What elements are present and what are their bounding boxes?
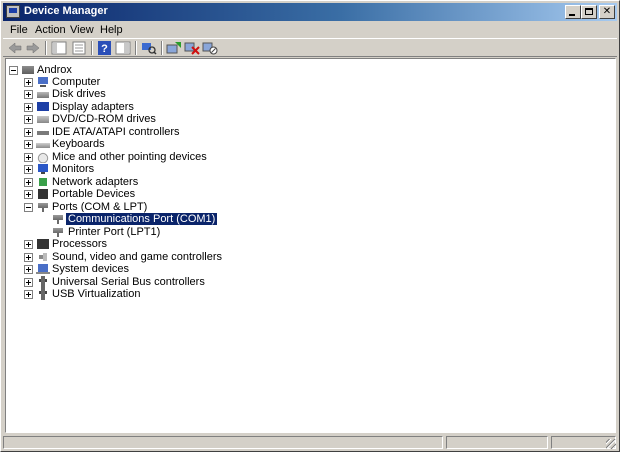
expand-toggle[interactable] xyxy=(24,190,33,199)
tree-item-label: Disk drives xyxy=(52,88,106,100)
expand-toggle[interactable] xyxy=(24,178,33,187)
help-icon[interactable]: ? xyxy=(97,41,113,55)
expand-toggle[interactable] xyxy=(24,90,33,99)
expand-toggle[interactable] xyxy=(24,290,33,299)
properties-icon[interactable] xyxy=(71,41,87,55)
expand-toggle[interactable] xyxy=(24,165,33,174)
tree-item-ide-controllers[interactable]: IDE ATA/ATAPI controllers xyxy=(6,125,306,138)
tree-item-label: System devices xyxy=(52,263,130,275)
scan-hardware-icon[interactable] xyxy=(141,41,157,55)
toolbar-separator xyxy=(45,41,47,55)
expand-toggle[interactable] xyxy=(24,265,33,274)
action-pane-icon[interactable] xyxy=(115,41,131,55)
minimize-button[interactable] xyxy=(565,5,581,19)
tree-item-label: Keyboards xyxy=(52,138,105,150)
system-device-icon xyxy=(36,263,50,275)
usb-icon xyxy=(36,288,50,300)
portable-device-icon xyxy=(36,188,50,200)
svg-text:?: ? xyxy=(101,43,108,55)
expand-toggle[interactable] xyxy=(24,128,33,137)
toolbar-separator xyxy=(161,41,163,55)
expand-toggle[interactable] xyxy=(24,153,33,162)
tree-item-label: DVD/CD-ROM drives xyxy=(52,113,156,125)
close-icon: ✕ xyxy=(602,6,612,17)
expand-toggle[interactable] xyxy=(24,103,33,112)
tree-item-monitors[interactable]: Monitors xyxy=(6,162,306,175)
disable-icon[interactable] xyxy=(202,41,218,55)
disk-drive-icon xyxy=(36,88,50,100)
tree-item-label: Processors xyxy=(52,238,108,250)
menu-file[interactable]: File xyxy=(10,24,28,36)
maximize-icon xyxy=(585,8,593,15)
tree-item-label: Communications Port (COM1) xyxy=(64,212,219,226)
tree-item-label: USB Virtualization xyxy=(52,288,141,300)
menu-view[interactable]: View xyxy=(70,24,94,36)
tree-item-usb-virtualization[interactable]: USB Virtualization xyxy=(6,287,306,300)
update-driver-icon[interactable] xyxy=(166,41,182,55)
keyboard-icon xyxy=(36,138,50,150)
show-hide-tree-icon[interactable] xyxy=(51,41,67,55)
maximize-button[interactable] xyxy=(581,5,597,19)
status-bar xyxy=(3,435,617,450)
back-icon[interactable] xyxy=(7,41,23,55)
status-panel-main xyxy=(3,436,443,449)
tree-item-processors[interactable]: Processors xyxy=(6,237,306,250)
tree-item-label: Portable Devices xyxy=(52,188,136,200)
tree-item-disk-drives[interactable]: Disk drives xyxy=(6,87,306,100)
forward-icon[interactable] xyxy=(25,41,41,55)
collapse-toggle[interactable] xyxy=(9,66,18,75)
expand-toggle[interactable] xyxy=(24,78,33,87)
menu-bar: File Action View Help xyxy=(3,21,617,38)
device-manager-window: Device Manager ✕ File Action View Help ? xyxy=(0,0,620,452)
tree-item-lpt1[interactable]: Printer Port (LPT1) xyxy=(6,225,306,238)
tree-item-system-devices[interactable]: System devices xyxy=(6,262,306,275)
processor-icon xyxy=(36,238,50,250)
uninstall-icon[interactable] xyxy=(184,41,200,55)
expand-toggle[interactable] xyxy=(24,253,33,262)
tree-item-keyboards[interactable]: Keyboards xyxy=(6,137,306,150)
title-bar[interactable]: Device Manager ✕ xyxy=(3,3,617,21)
menu-help[interactable]: Help xyxy=(100,24,123,36)
port-icon xyxy=(51,213,65,225)
status-panel xyxy=(446,436,548,449)
tree-item-mice[interactable]: Mice and other pointing devices xyxy=(6,150,306,163)
collapse-toggle[interactable] xyxy=(24,203,33,212)
expand-toggle[interactable] xyxy=(24,140,33,149)
toolbar-separator xyxy=(135,41,137,55)
tree-item-network-adapters[interactable]: Network adapters xyxy=(6,175,306,188)
expand-toggle[interactable] xyxy=(24,240,33,249)
toolbar: ? xyxy=(3,38,617,57)
tree-item-label: Monitors xyxy=(52,163,95,175)
window-title: Device Manager xyxy=(24,5,108,17)
tree-item-sound[interactable]: Sound, video and game controllers xyxy=(6,250,306,263)
device-tree[interactable]: Androx Computer Disk drives Display adap… xyxy=(5,58,616,433)
tree-item-ports[interactable]: Ports (COM & LPT) xyxy=(6,200,306,213)
device-manager-icon xyxy=(6,5,20,18)
dvd-drive-icon xyxy=(36,113,50,125)
tree-item-dvd-drives[interactable]: DVD/CD-ROM drives xyxy=(6,112,306,125)
tree-item-com1[interactable]: Communications Port (COM1) xyxy=(6,212,306,226)
tree-item-display-adapters[interactable]: Display adapters xyxy=(6,100,306,113)
toolbar-separator xyxy=(91,41,93,55)
tree-item-computer[interactable]: Computer xyxy=(6,75,306,88)
close-button[interactable]: ✕ xyxy=(599,5,615,19)
minimize-icon xyxy=(569,14,575,16)
resize-grip[interactable] xyxy=(606,439,616,449)
tree-item-usb-controllers[interactable]: Universal Serial Bus controllers xyxy=(6,275,306,288)
expand-toggle[interactable] xyxy=(24,115,33,124)
menu-action[interactable]: Action xyxy=(35,24,66,36)
monitor-icon xyxy=(36,163,50,175)
expand-toggle[interactable] xyxy=(24,278,33,287)
tree-item-portable-devices[interactable]: Portable Devices xyxy=(6,187,306,200)
tree-root[interactable]: Androx xyxy=(6,63,206,76)
